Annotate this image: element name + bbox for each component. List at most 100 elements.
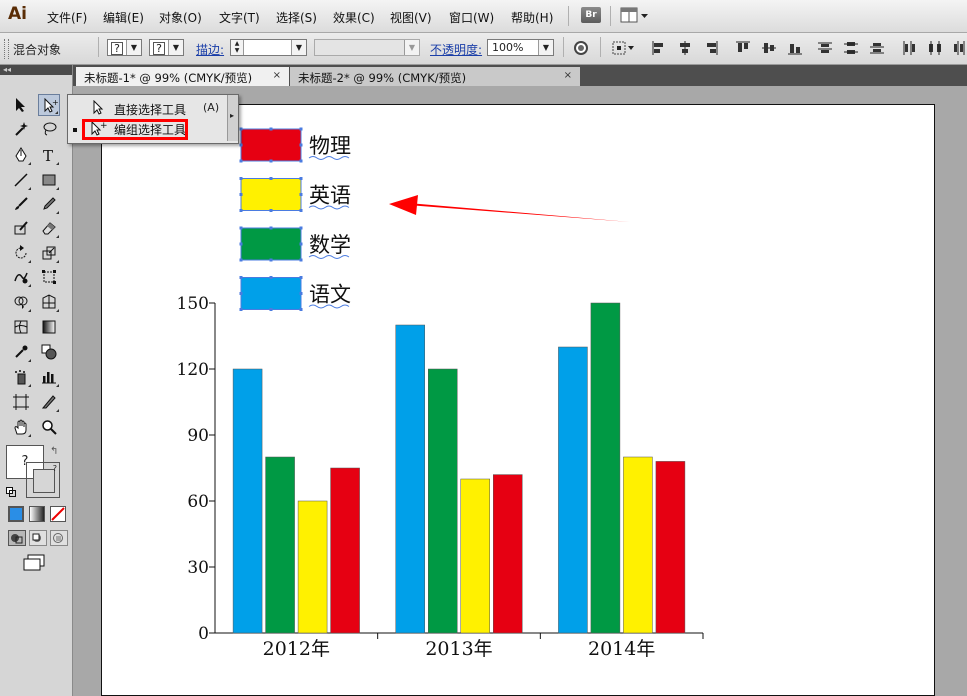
menu-type[interactable]: 文字(T) <box>219 9 260 26</box>
reference-point-icon[interactable] <box>612 41 636 55</box>
artboard[interactable]: 0 30 60 90 120 150 2012年 2013年 2014年 物理 英语 数学 语文 <box>101 104 935 696</box>
stroke-weight-stepper[interactable]: ▲ ▼ <box>231 40 244 55</box>
fill-swatch-dropdown[interactable]: ? ▼ <box>107 39 142 56</box>
anchor-point <box>239 193 243 196</box>
gradient-icon <box>42 320 56 334</box>
column-graph-tool[interactable] <box>38 366 60 388</box>
perspective-grid-tool[interactable] <box>38 291 60 313</box>
stroke-weight-field[interactable]: ▲ ▼ ▼ <box>230 39 307 56</box>
menu-help[interactable]: 帮助(H) <box>511 9 553 26</box>
tool-submenu-indicator <box>56 309 59 312</box>
tools-panel-collapse[interactable]: ◂◂ <box>0 65 72 75</box>
brush-definition-dropdown[interactable]: ▼ <box>314 39 420 56</box>
pencil-tool[interactable] <box>38 193 60 215</box>
selection-tool[interactable] <box>10 94 32 116</box>
eyedropper-tool[interactable] <box>10 341 32 363</box>
anchor-point <box>299 242 303 246</box>
type-tool[interactable]: T <box>38 144 60 166</box>
stroke-color-box[interactable]: ? <box>26 462 60 498</box>
legend-label: 英语 <box>309 184 351 208</box>
tool-submenu-indicator <box>28 187 31 190</box>
distribute-left-icon[interactable] <box>902 41 916 55</box>
blend-icon <box>41 344 57 360</box>
slice-tool[interactable] <box>38 391 60 413</box>
mesh-tool[interactable] <box>10 316 32 338</box>
rotate-tool[interactable] <box>10 242 32 264</box>
tab-document-2[interactable]: 未标题-2* @ 99% (CMYK/预览) × <box>290 67 580 86</box>
menu-effect[interactable]: 效果(C) <box>333 9 375 26</box>
distribute-right-icon[interactable] <box>952 41 966 55</box>
menu-object[interactable]: 对象(O) <box>159 9 202 26</box>
distribute-center-h-icon[interactable] <box>928 41 942 55</box>
lasso-tool[interactable] <box>38 118 60 140</box>
screen-mode-icon[interactable] <box>22 554 48 572</box>
opacity-field[interactable]: 100% ▼ <box>487 39 554 56</box>
selection-underline <box>308 205 350 210</box>
magic-wand-tool[interactable] <box>10 118 32 140</box>
free-transform-tool[interactable] <box>38 266 60 288</box>
tool-submenu-indicator <box>56 260 59 263</box>
pen-tool[interactable] <box>10 144 32 166</box>
close-icon[interactable]: × <box>273 70 281 81</box>
hand-tool[interactable] <box>10 416 32 438</box>
align-center-h-icon[interactable] <box>678 41 692 55</box>
anchor-point <box>239 242 243 246</box>
close-icon[interactable]: × <box>564 70 572 81</box>
tab-document-1[interactable]: 未标题-1* @ 99% (CMYK/预览) × <box>76 67 289 86</box>
stroke-swatch-dropdown[interactable]: ? ▼ <box>149 39 184 56</box>
draw-behind-icon[interactable] <box>29 530 47 546</box>
distribute-bottom-icon[interactable] <box>870 41 884 55</box>
draw-normal-icon[interactable] <box>8 530 26 546</box>
chart-bar <box>590 302 621 634</box>
menu-select[interactable]: 选择(S) <box>276 9 317 26</box>
anchor-point <box>239 143 243 147</box>
artboard-tool[interactable] <box>10 391 32 413</box>
bar-chart[interactable]: 0 30 60 90 120 150 2012年 2013年 2014年 物理英语数学语文 <box>102 105 935 696</box>
anchor-point <box>269 209 273 212</box>
align-bottom-icon[interactable] <box>788 41 802 55</box>
menu-file[interactable]: 文件(F) <box>47 9 87 26</box>
scale-icon <box>42 246 56 260</box>
menu-window[interactable]: 窗口(W) <box>449 9 494 26</box>
opacity-label-link[interactable]: 不透明度: <box>430 41 482 58</box>
line-segment-tool[interactable] <box>10 169 32 191</box>
app-logo: Ai <box>8 4 27 24</box>
recolor-artwork-icon[interactable] <box>573 40 589 56</box>
anchor-point <box>239 177 243 180</box>
blend-tool[interactable] <box>38 341 60 363</box>
swap-fill-stroke-icon[interactable]: ↰ <box>50 446 58 457</box>
symbol-sprayer-tool[interactable] <box>10 366 32 388</box>
blob-brush-tool[interactable] <box>10 217 32 239</box>
shape-builder-tool[interactable] <box>10 291 32 313</box>
stroke-label-link[interactable]: 描边: <box>196 41 224 58</box>
tearoff-handle[interactable]: ▸ <box>227 95 238 141</box>
flyout-item-direct-selection[interactable]: 直接选择工具 (A) <box>68 97 228 119</box>
color-mode-solid-button[interactable] <box>8 506 24 522</box>
eraser-tool[interactable] <box>38 217 60 239</box>
bridge-button[interactable]: Br <box>581 7 601 23</box>
control-bar-grip[interactable] <box>4 39 9 59</box>
color-mode-gradient-button[interactable] <box>29 506 45 522</box>
warp-tool[interactable] <box>10 266 32 288</box>
distribute-top-icon[interactable] <box>818 41 832 55</box>
align-right-icon[interactable] <box>704 41 718 55</box>
workspace-switcher-icon[interactable] <box>620 7 650 24</box>
menu-edit[interactable]: 编辑(E) <box>103 9 144 26</box>
align-left-icon[interactable] <box>652 41 666 55</box>
align-center-v-icon[interactable] <box>762 41 776 55</box>
selection-underline <box>308 304 350 309</box>
draw-inside-icon[interactable] <box>50 530 68 546</box>
zoom-tool[interactable] <box>38 416 60 438</box>
chart-bar <box>428 368 458 634</box>
scale-tool[interactable] <box>38 242 60 264</box>
gradient-tool[interactable] <box>38 316 60 338</box>
default-fill-stroke-icon[interactable] <box>6 486 16 497</box>
color-mode-none-button[interactable] <box>50 506 66 522</box>
distribute-center-v-icon[interactable] <box>844 41 858 55</box>
direct-selection-tool[interactable]: + <box>38 94 60 116</box>
rectangle-tool[interactable] <box>38 169 60 191</box>
menu-view[interactable]: 视图(V) <box>390 9 432 26</box>
align-top-icon[interactable] <box>736 41 750 55</box>
paintbrush-tool[interactable] <box>10 193 32 215</box>
menu-bar: Ai 文件(F) 编辑(E) 对象(O) 文字(T) 选择(S) 效果(C) 视… <box>0 0 967 33</box>
